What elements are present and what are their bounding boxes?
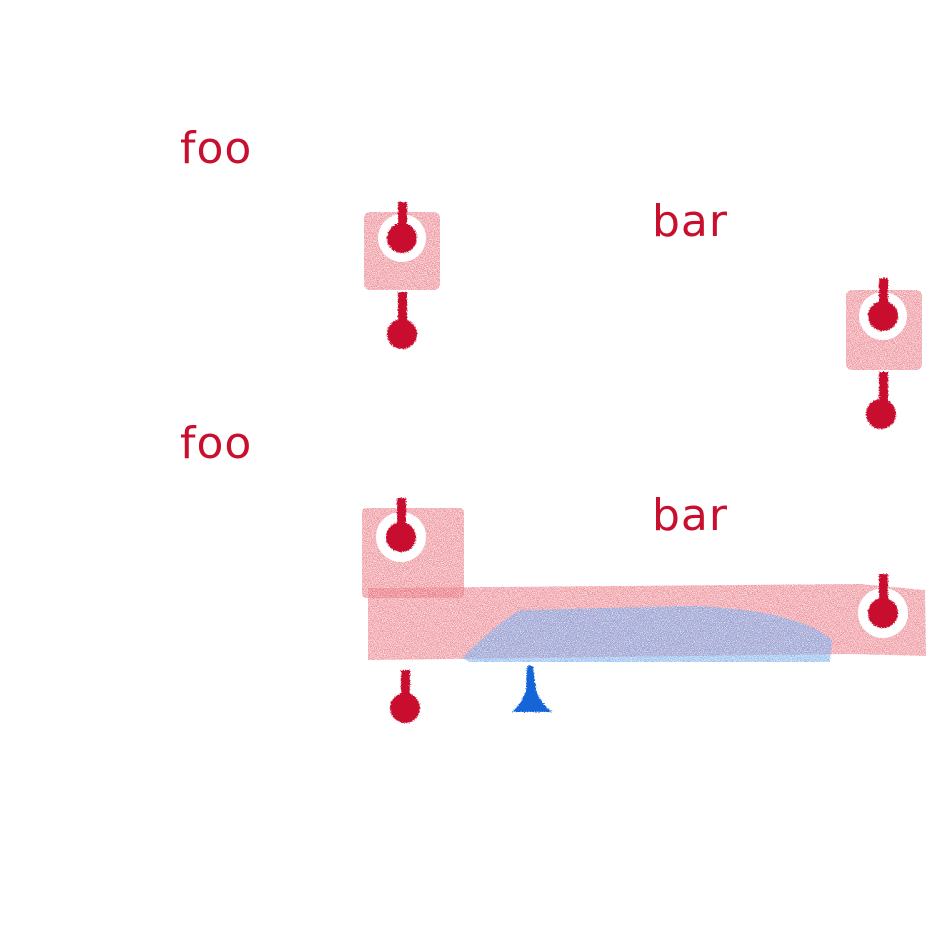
red-pin-icon [387,202,417,253]
red-pin-icon [387,292,417,349]
red-pin-icon [866,372,896,429]
example-2-group: foo bar [180,418,926,723]
example-1-left-node [364,202,440,349]
example-2-right-node [858,574,908,638]
diagram-canvas: foo bar foo bar [180,123,926,723]
example-1-group: foo bar [180,123,922,429]
red-pin-icon [390,670,420,723]
example-1-label-foo: foo [180,123,252,174]
example-2-label-bar: bar [652,490,728,541]
example-1-label-bar: bar [652,196,728,247]
example-2-label-foo: foo [180,418,252,469]
example-1-right-node [846,278,922,429]
blue-marker-icon [512,666,552,712]
